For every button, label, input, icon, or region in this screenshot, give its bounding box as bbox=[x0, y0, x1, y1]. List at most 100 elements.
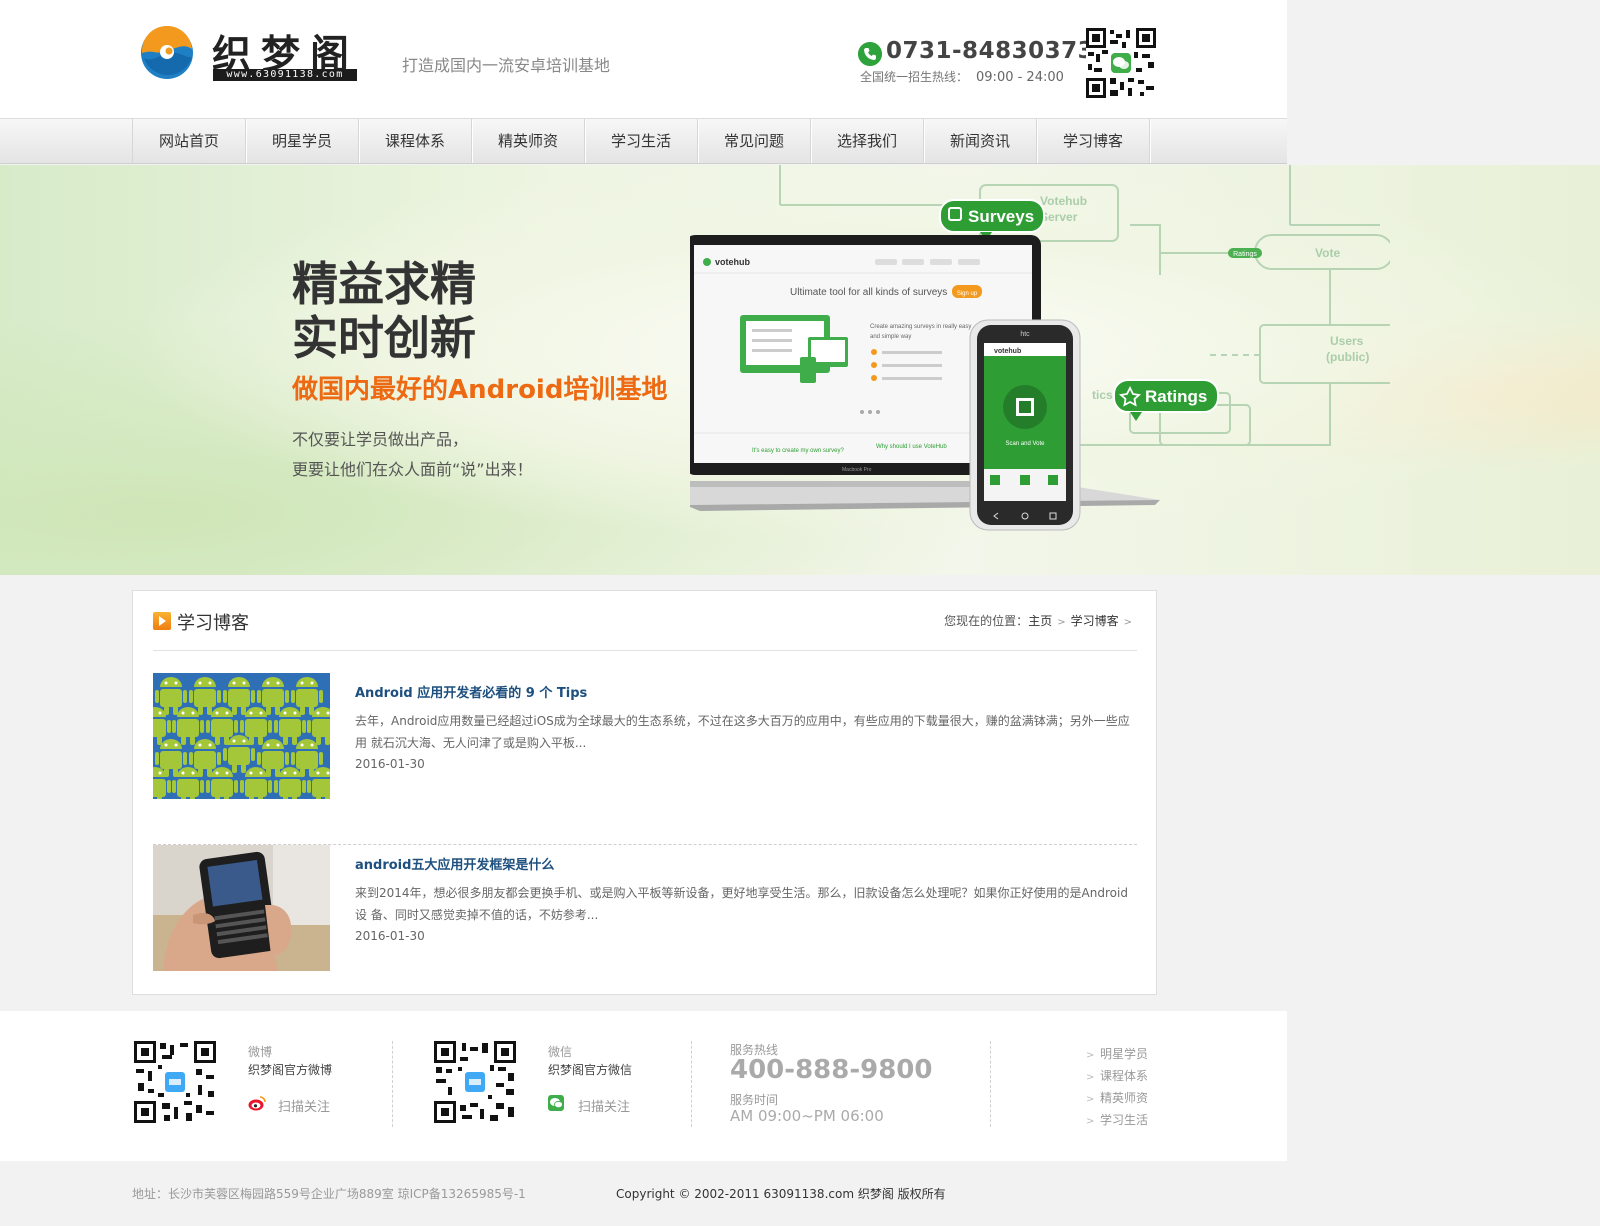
chevron-right-icon: > bbox=[1086, 1050, 1095, 1061]
chevron-right-icon: > bbox=[1086, 1072, 1095, 1083]
breadcrumb-current-link[interactable]: 学习博客 bbox=[1071, 614, 1119, 628]
footer-link-teachers[interactable]: > 精英师资 bbox=[1086, 1087, 1176, 1109]
hotline-hours: 09:00 - 24:00 bbox=[976, 70, 1064, 85]
post-thumbnail-phone-in-hand[interactable] bbox=[153, 845, 330, 971]
weibo-qr-code-icon bbox=[134, 1041, 216, 1123]
banner-text-line-1: 不仅要让学员做出产品， bbox=[292, 430, 469, 449]
art-laptop-bottom-2: Why should I use VoteHub bbox=[876, 444, 947, 450]
banner-headline-line-2: 实时创新 bbox=[292, 311, 476, 365]
nav-item-student-life[interactable]: 学习生活 bbox=[585, 119, 698, 163]
blog-panel: 学习博客 您现在的位置：主页 > 学习博客 > Android 应用开发者必看的… bbox=[132, 590, 1157, 1017]
banner-device-illustration: Votehub Server Vote Users (public) tics … bbox=[690, 165, 1390, 531]
site-footer: 微博 织梦阁官方微博 扫描关注 微信 织梦阁官方微信 扫描关注 服务热线 400… bbox=[0, 1011, 1287, 1161]
art-laptop-model: Macbook Pro bbox=[842, 467, 872, 473]
art-laptop-desc-2: and simple way bbox=[870, 334, 911, 340]
footer-copyright: Copyright © 2002-2011 63091138.com 织梦阁 版… bbox=[616, 1187, 946, 1201]
art-users-label: Users bbox=[1330, 334, 1364, 348]
surveys-bubble: Surveys bbox=[939, 199, 1045, 241]
laptop: votehub Ultimate tool for all kinds of s… bbox=[690, 235, 1160, 511]
post-date: 2016-01-30 bbox=[355, 929, 425, 943]
smartphone: htc votehub Scan and Vote bbox=[969, 319, 1081, 531]
art-laptop-bottom-1: It's easy to create my own survey? bbox=[752, 448, 845, 454]
art-phone-app: votehub bbox=[994, 348, 1021, 355]
post-excerpt: 去年，Android应用数量已经超过iOS成为全球最大的生态系统，不过在这多大百… bbox=[355, 714, 1130, 750]
art-ratings-label: Ratings bbox=[1145, 387, 1207, 406]
breadcrumb-prefix: 您现在的位置： bbox=[944, 614, 1029, 628]
service-time-label: 服务时间 bbox=[730, 1093, 779, 1107]
post-excerpt: 来到2014年，想必很多朋友都会更换手机、或是购入平板等新设备，更好地享受生活。… bbox=[355, 886, 1128, 922]
header-hotline: 0731-84830373 全国统一招生热线： 09:00 - 24:00 bbox=[858, 38, 1094, 90]
art-surveys-label: Surveys bbox=[968, 207, 1034, 226]
header-slogan: 打造成国内一流安卓培训基地 bbox=[402, 56, 611, 75]
footer-address: 地址：长沙市芙蓉区梅园路559号企业广场889室 琼ICP备13265985号-… bbox=[132, 1187, 526, 1201]
weibo-account-name: 织梦阁官方微博 bbox=[248, 1063, 333, 1077]
weibo-label: 微博 bbox=[248, 1045, 273, 1059]
footer-divider bbox=[392, 1041, 393, 1127]
footer-link-label: 学习生活 bbox=[1100, 1113, 1149, 1127]
wechat-qr-code-icon bbox=[434, 1041, 516, 1123]
site-logo[interactable]: 织梦阁 www.63091138.com bbox=[140, 24, 370, 84]
nav-item-teachers[interactable]: 精英师资 bbox=[472, 119, 585, 163]
art-laptop-brand: votehub bbox=[715, 257, 751, 267]
footer-service: 服务热线 400-888-9800 服务时间 AM 09:00~PM 06:00 bbox=[730, 1041, 990, 1131]
nav-item-courses[interactable]: 课程体系 bbox=[359, 119, 472, 163]
footer-divider bbox=[990, 1041, 991, 1127]
wechat-label: 微信 bbox=[548, 1045, 573, 1059]
nav-item-news[interactable]: 新闻资讯 bbox=[924, 119, 1037, 163]
main-nav: 网站首页 明星学员 课程体系 精英师资 学习生活 常见问题 选择我们 新闻资讯 … bbox=[0, 118, 1287, 164]
footer-link-label: 精英师资 bbox=[1100, 1091, 1149, 1105]
phone-icon bbox=[858, 42, 882, 66]
banner-headline: 精益求精 实时创新 bbox=[292, 257, 476, 365]
weibo-icon bbox=[248, 1096, 266, 1111]
nav-item-faq[interactable]: 常见问题 bbox=[698, 119, 811, 163]
breadcrumb: 您现在的位置：主页 > 学习博客 > bbox=[944, 612, 1137, 629]
art-ratings-small: Ratings bbox=[1233, 251, 1257, 258]
footer-link-courses[interactable]: > 课程体系 bbox=[1086, 1065, 1176, 1087]
post-title-link[interactable]: android五大应用开发框架是什么 bbox=[355, 854, 554, 873]
section-title: 学习博客 bbox=[177, 613, 249, 634]
header-qr-code-icon bbox=[1086, 28, 1156, 98]
art-laptop-desc-1: Create amazing surveys in really easy bbox=[870, 324, 971, 330]
breadcrumb-home-link[interactable]: 主页 bbox=[1028, 614, 1052, 628]
banner-subheadline: 做国内最好的Android培训基地 bbox=[292, 375, 668, 405]
hotline-label: 全国统一招生热线： bbox=[860, 70, 969, 84]
hotline-number: 0731-84830373 bbox=[886, 38, 1095, 64]
list-item: Android 应用开发者必看的 9 个 Tips 去年，Android应用数量… bbox=[153, 673, 1137, 845]
breadcrumb-separator-icon: > bbox=[1123, 617, 1132, 628]
nav-item-star-students[interactable]: 明星学员 bbox=[246, 119, 359, 163]
post-title-link[interactable]: Android 应用开发者必看的 9 个 Tips bbox=[355, 682, 587, 701]
art-vote-label: Vote bbox=[1315, 246, 1340, 260]
art-server-sub: Server bbox=[1040, 210, 1078, 224]
post-thumbnail-android-robots[interactable] bbox=[153, 673, 330, 799]
weibo-follow-link[interactable]: 扫描关注 bbox=[278, 1096, 330, 1115]
nav-item-why-us[interactable]: 选择我们 bbox=[811, 119, 924, 163]
service-time: AM 09:00~PM 06:00 bbox=[730, 1107, 884, 1125]
chevron-right-icon: > bbox=[1086, 1116, 1095, 1127]
breadcrumb-separator-icon: > bbox=[1057, 617, 1066, 628]
wechat-follow-link[interactable]: 扫描关注 bbox=[578, 1096, 630, 1115]
banner-text-line-2: 更要让他们在众人面前“说”出来！ bbox=[292, 460, 533, 479]
nav-item-blog[interactable]: 学习博客 bbox=[1037, 119, 1150, 163]
art-server-label: Votehub bbox=[1040, 194, 1087, 208]
art-stats-label: tics bbox=[1092, 388, 1113, 402]
post-date: 2016-01-30 bbox=[355, 757, 425, 771]
nav-item-home[interactable]: 网站首页 bbox=[133, 119, 246, 163]
footer-link-star-students[interactable]: > 明星学员 bbox=[1086, 1043, 1176, 1065]
art-phone-scan: Scan and Vote bbox=[1005, 441, 1045, 447]
chevron-right-icon: > bbox=[1086, 1094, 1095, 1105]
art-laptop-signup: Sign up bbox=[957, 291, 978, 297]
logo-url: www.63091138.com bbox=[213, 69, 357, 81]
art-laptop-tagline: Ultimate tool for all kinds of surveys bbox=[790, 287, 947, 298]
copyright-bar: 地址：长沙市芙蓉区梅园路559号企业广场889室 琼ICP备13265985号-… bbox=[0, 1161, 1287, 1226]
site-header: 织梦阁 www.63091138.com 打造成国内一流安卓培训基地 0731-… bbox=[0, 0, 1287, 118]
hotline-caption: 全国统一招生热线： 09:00 - 24:00 bbox=[860, 68, 1064, 85]
art-users-sub: (public) bbox=[1326, 350, 1369, 364]
hero-banner[interactable]: 精益求精 实时创新 做国内最好的Android培训基地 不仅要让学员做出产品， … bbox=[0, 165, 1600, 575]
art-phone-brand: htc bbox=[1020, 331, 1030, 338]
footer-link-student-life[interactable]: > 学习生活 bbox=[1086, 1109, 1176, 1131]
banner-headline-line-1: 精益求精 bbox=[292, 257, 476, 311]
footer-link-label: 明星学员 bbox=[1100, 1047, 1149, 1061]
banner-text: 不仅要让学员做出产品， 更要让他们在众人面前“说”出来！ bbox=[292, 425, 533, 485]
service-hotline-number: 400-888-9800 bbox=[730, 1055, 933, 1085]
logo-mark-icon bbox=[141, 26, 193, 79]
